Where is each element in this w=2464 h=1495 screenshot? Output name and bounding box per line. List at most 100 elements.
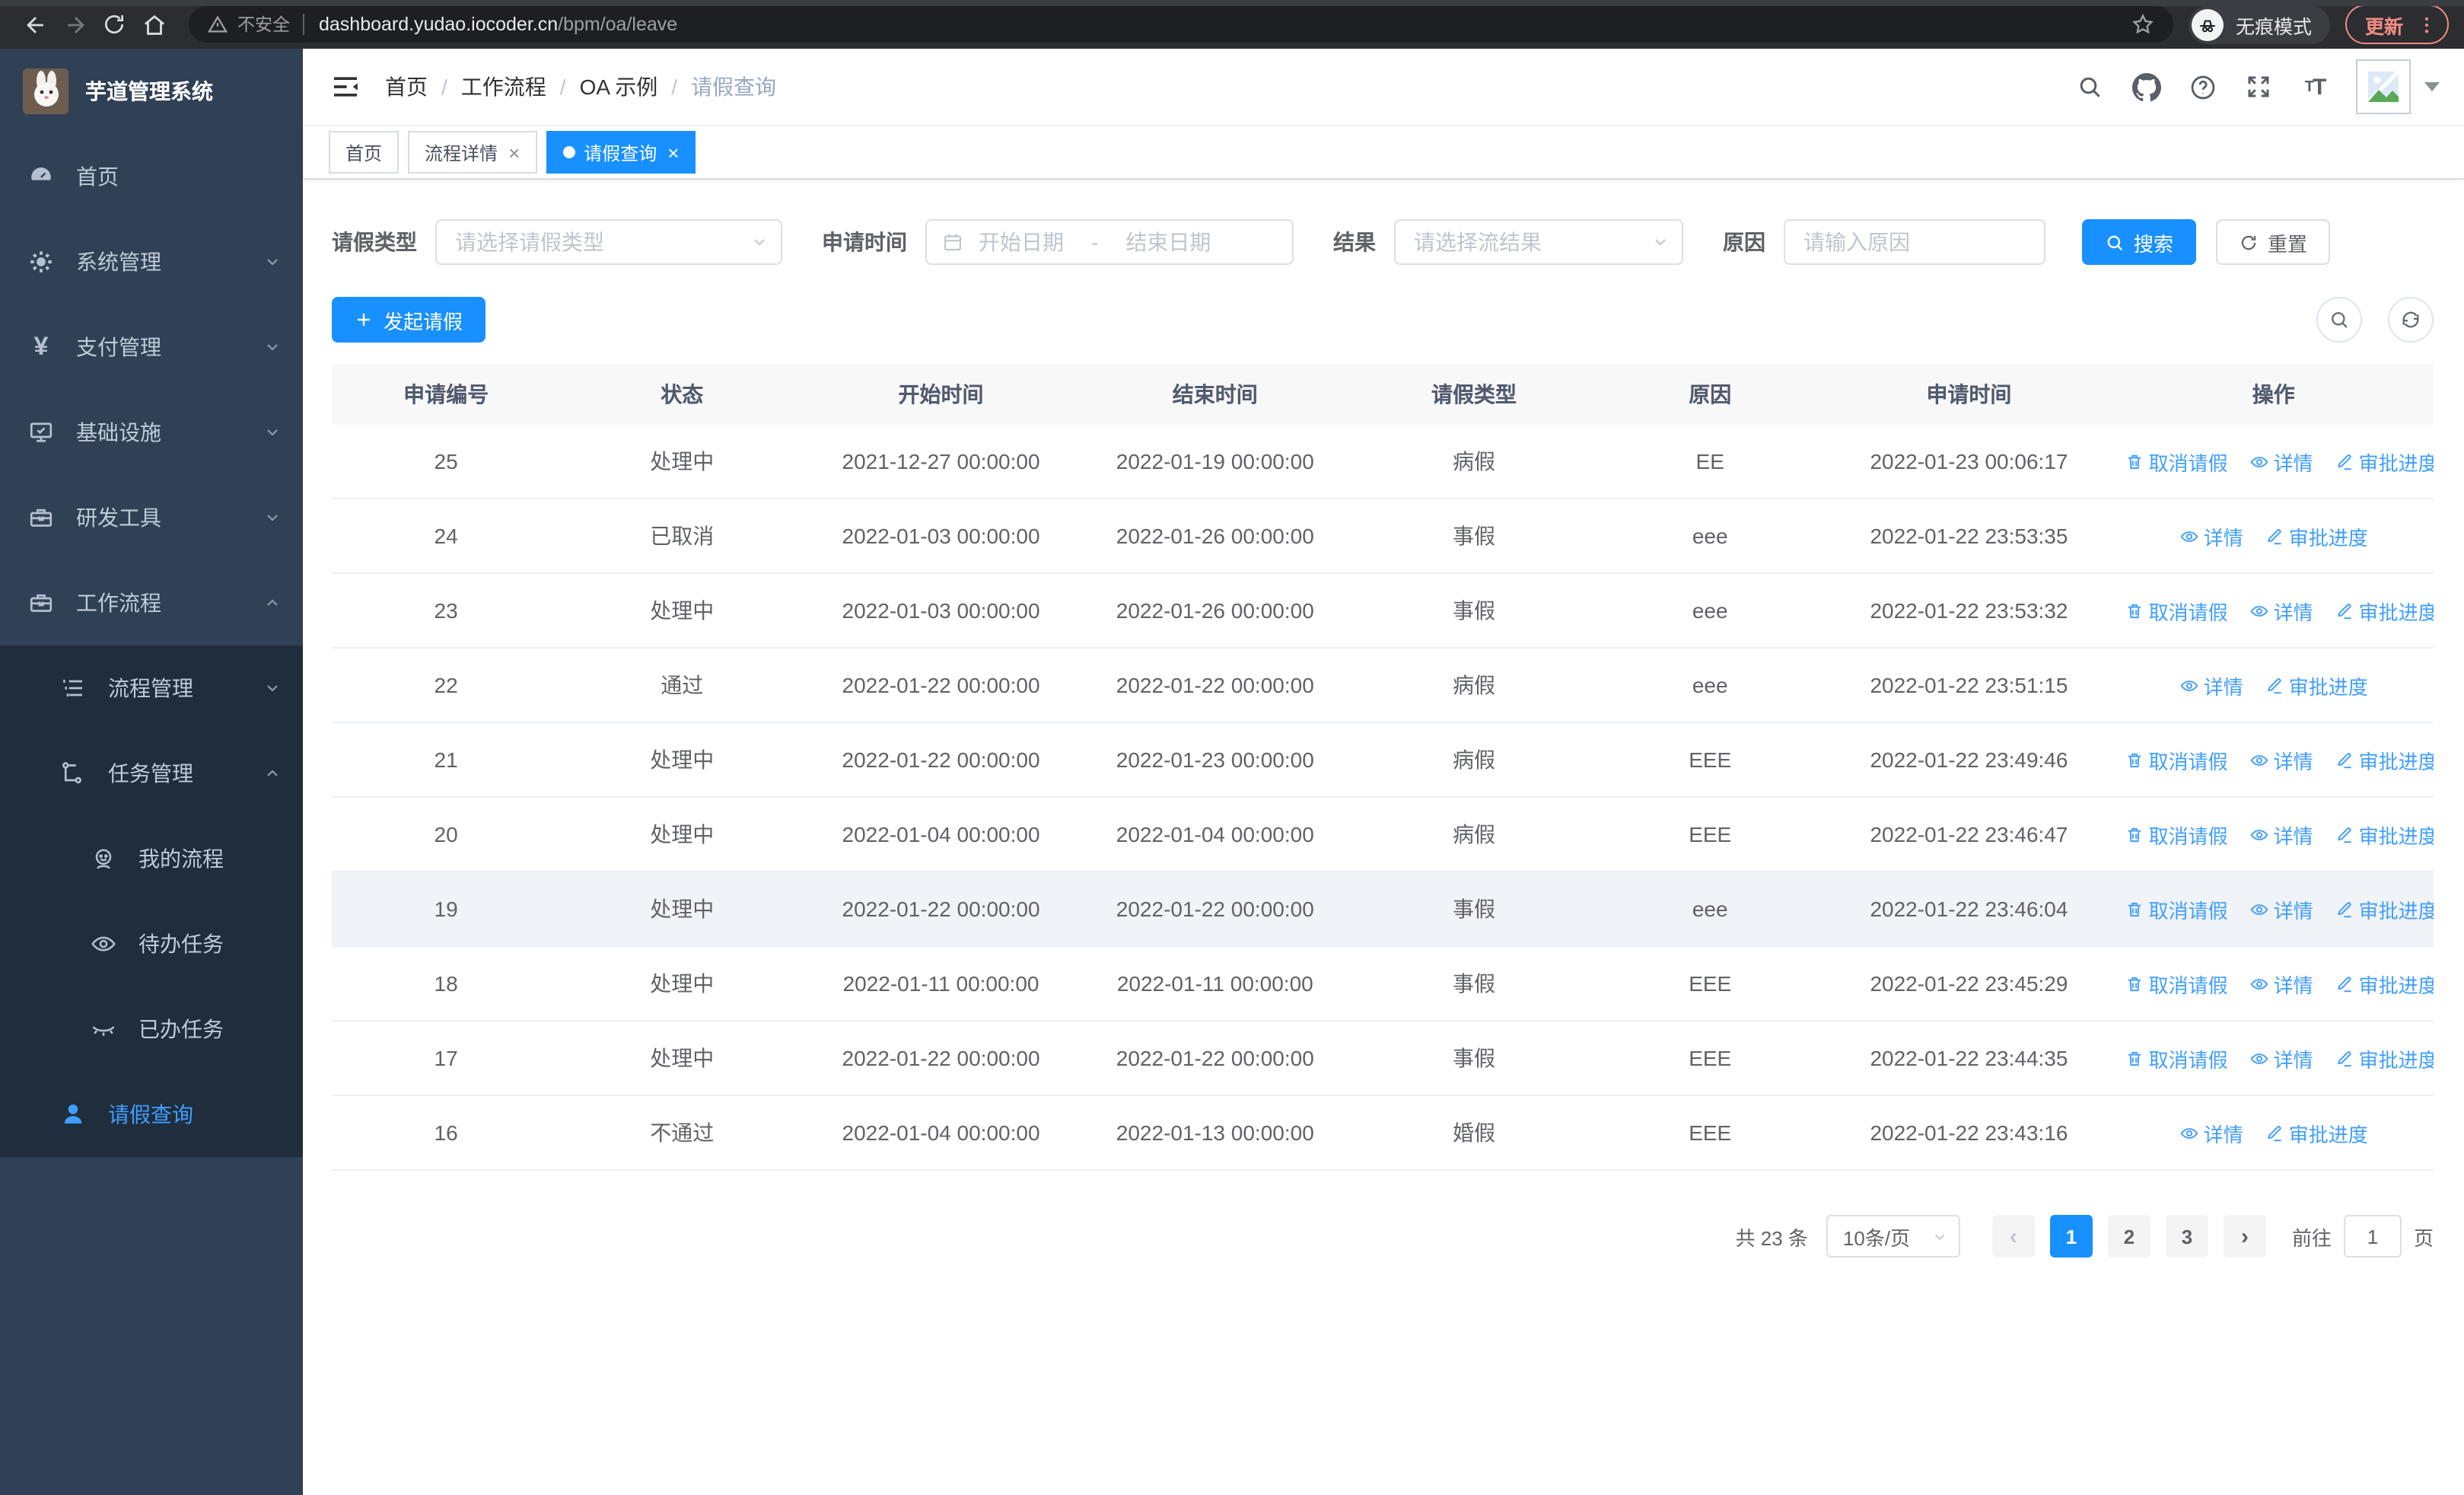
progress-link[interactable]: 审批进度 [2335,447,2434,476]
detail-link[interactable]: 详情 [2249,969,2313,998]
sidebar-item-workflow[interactable]: 工作流程 [0,560,303,645]
detail-link[interactable]: 详情 [2249,820,2313,849]
progress-link[interactable]: 审批进度 [2335,894,2434,923]
detail-link[interactable]: 详情 [2179,1118,2243,1147]
cancel-leave-link[interactable]: 取消请假 [2125,894,2228,923]
fullscreen-icon[interactable] [2243,72,2274,102]
progress-link[interactable]: 审批进度 [2335,969,2434,998]
security-warning-icon[interactable] [207,14,228,35]
yen-icon: ¥ [33,332,49,361]
github-icon[interactable] [2131,72,2161,102]
sidebar-item-devtools[interactable]: 研发工具 [0,475,303,560]
table-row[interactable]: 18 处理中 2022-01-11 00:00:00 2022-01-11 00:00… [332,946,2434,1022]
tab-process-detail[interactable]: 流程详情 × [408,131,537,174]
next-page-button[interactable]: › [2223,1215,2266,1258]
font-size-icon[interactable]: TT [2300,72,2330,102]
page-button-3[interactable]: 3 [2165,1215,2208,1258]
table-row[interactable]: 16 不通过 2022-01-04 00:00:00 2022-01-13 00:00… [332,1095,2434,1171]
detail-link[interactable]: 详情 [2179,521,2243,550]
sidebar-item-home[interactable]: 首页 [0,134,303,219]
goto-suffix: 页 [2413,1226,2434,1249]
progress-link[interactable]: 审批进度 [2335,745,2434,774]
create-leave-button[interactable]: 发起请假 [332,297,486,343]
tab-home[interactable]: 首页 [329,131,400,174]
update-button[interactable]: 更新 [2345,5,2449,44]
table-row[interactable]: 22 通过 2022-01-22 00:00:00 2022-01-22 00:00:… [332,648,2434,723]
end-date-placeholder[interactable]: 结束日期 [1125,227,1211,257]
breadcrumb-item[interactable]: 首页 [385,72,428,102]
table-row[interactable]: 19 处理中 2022-01-22 00:00:00 2022-01-22 00:00… [332,872,2434,947]
page-button-2[interactable]: 2 [2107,1215,2150,1258]
cancel-leave-link[interactable]: 取消请假 [2125,447,2228,476]
table-row[interactable]: 24 已取消 2022-01-03 00:00:00 2022-01-26 00:00… [332,499,2434,574]
sidebar-item-label: 已办任务 [138,1017,224,1041]
progress-link[interactable]: 审批进度 [2265,521,2368,550]
bookmark-star-icon[interactable] [2131,12,2155,37]
breadcrumb-item[interactable]: OA 示例 [580,72,658,102]
cancel-leave-link[interactable]: 取消请假 [2125,596,2228,625]
sidebar-item-todo-tasks[interactable]: 待办任务 [0,901,303,987]
page-button-1[interactable]: 1 [2049,1215,2093,1258]
sidebar-item-task-mgmt[interactable]: 任务管理 [0,731,303,816]
detail-link[interactable]: 详情 [2249,447,2313,476]
sidebar-item-pay[interactable]: ¥ 支付管理 [0,304,303,390]
sidebar-item-infra[interactable]: 基础设施 [0,390,303,475]
reset-button[interactable]: 重置 [2216,219,2331,265]
progress-link[interactable]: 审批进度 [2335,596,2434,625]
tab-leave-query[interactable]: 请假查询 × [546,131,696,174]
pagination: 共 23 条 10条/页 ‹ 1 2 3 › 前往 页 [332,1215,2434,1258]
page-size-select[interactable]: 10条/页 [1826,1215,1960,1258]
sidebar-item-done-tasks[interactable]: 已办任务 [0,987,303,1072]
progress-link[interactable]: 审批进度 [2265,671,2368,700]
search-button[interactable]: 搜索 [2082,219,2197,265]
browser-toolbar: 不安全 dashboard.yudao.iocoder.cn/bpm/oa/le… [0,0,2464,49]
start-date-placeholder[interactable]: 开始日期 [979,227,1064,257]
help-icon[interactable] [2187,72,2217,102]
sidebar-item-my-process[interactable]: 我的流程 [0,816,303,901]
app-logo[interactable]: 芋道管理系统 [0,49,303,134]
detail-link[interactable]: 详情 [2249,745,2313,774]
home-icon[interactable] [134,5,173,44]
show-search-button[interactable] [2316,297,2362,343]
detail-link[interactable]: 详情 [2249,596,2313,625]
table-row[interactable]: 17 处理中 2022-01-22 00:00:00 2022-01-22 00:00… [332,1021,2434,1096]
close-icon[interactable]: × [667,142,679,162]
table-row[interactable]: 21 处理中 2022-01-22 00:00:00 2022-01-23 00:00… [332,722,2434,798]
table-row[interactable]: 20 处理中 2022-01-04 00:00:00 2022-01-04 00:00… [332,797,2434,872]
chevron-down-icon[interactable] [2424,82,2440,91]
apply-time-range-picker[interactable]: 开始日期 - 结束日期 [925,219,1294,265]
reason-input[interactable] [1784,219,2045,265]
cancel-leave-link[interactable]: 取消请假 [2125,1044,2228,1073]
chevron-down-icon [263,338,282,356]
progress-link[interactable]: 审批进度 [2335,820,2434,849]
sidebar-item-leave-query[interactable]: 请假查询 [0,1072,303,1157]
detail-link[interactable]: 详情 [2249,894,2313,923]
breadcrumb-item[interactable]: 工作流程 [461,72,546,102]
progress-link[interactable]: 审批进度 [2335,1044,2434,1073]
eye-icon [2249,1048,2269,1068]
goto-page-input[interactable] [2343,1215,2402,1258]
address-bar[interactable]: 不安全 dashboard.yudao.iocoder.cn/bpm/oa/le… [189,6,2173,43]
detail-link[interactable]: 详情 [2179,671,2243,700]
sidebar-item-process-mgmt[interactable]: 流程管理 [0,645,303,731]
cancel-leave-link[interactable]: 取消请假 [2125,969,2228,998]
table-row[interactable]: 25 处理中 2021-12-27 00:00:00 2022-01-19 00:00… [332,425,2434,499]
result-select[interactable]: 请选择流结果 [1394,219,1683,265]
back-icon[interactable] [15,5,55,44]
sidebar-item-system[interactable]: 系统管理 [0,219,303,304]
browser-menu-dots-icon[interactable] [2415,13,2438,36]
search-icon[interactable] [2074,72,2105,102]
refresh-table-button[interactable] [2388,297,2434,343]
cancel-leave-link[interactable]: 取消请假 [2125,745,2228,774]
progress-link[interactable]: 审批进度 [2265,1118,2368,1147]
reload-icon[interactable] [94,5,134,44]
sidebar-collapse-icon[interactable] [330,72,361,102]
avatar[interactable] [2356,59,2411,114]
leave-type-select[interactable]: 请选择请假类型 [435,219,782,265]
forward-icon[interactable] [55,5,94,44]
prev-page-button[interactable]: ‹ [1991,1215,2035,1258]
table-row[interactable]: 23 处理中 2022-01-03 00:00:00 2022-01-26 00:00… [332,573,2434,649]
cancel-leave-link[interactable]: 取消请假 [2125,820,2228,849]
detail-link[interactable]: 详情 [2249,1044,2313,1073]
close-icon[interactable]: × [508,142,520,162]
